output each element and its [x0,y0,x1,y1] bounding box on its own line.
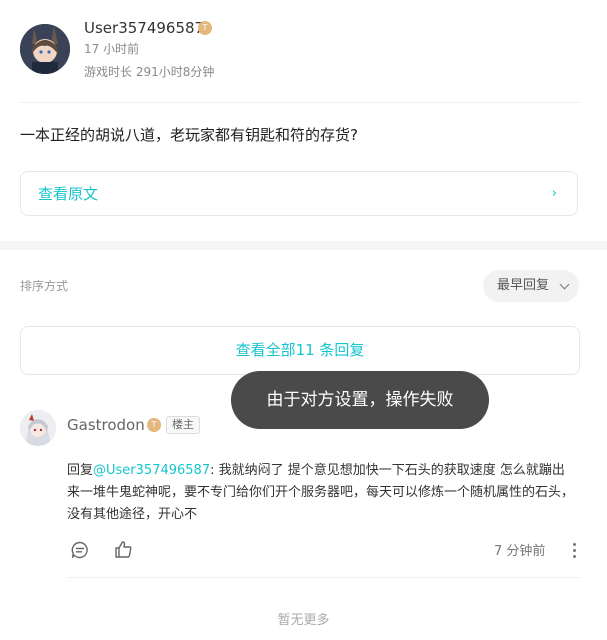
section-separator [0,241,607,250]
sort-label: 排序方式 [20,279,69,293]
author-badge-icon: T [198,21,212,35]
view-all-replies-button[interactable]: 查看全部11 条回复 [20,326,580,375]
divider [67,577,580,578]
thumbs-up-icon[interactable] [114,540,133,559]
author-avatar[interactable] [20,24,70,74]
post-time: 17 小时前 [84,42,140,56]
divider [20,102,580,103]
sort-dropdown[interactable]: 最早回复 [483,270,579,302]
reply-time: 7 分钟前 [494,544,546,559]
sort-selected-value: 最早回复 [497,278,550,293]
reply-author-name[interactable]: Gastrodon [67,415,145,435]
reply-mention-link[interactable]: @User357496587 [93,463,210,478]
more-vertical-icon[interactable] [573,543,577,561]
reply-prefix: 回复 [67,463,94,478]
post-text: 一本正经的胡说八道，老玩家都有钥匙和符的存货? [20,126,358,144]
reply-author-avatar[interactable] [20,410,56,446]
view-original-label: 查看原文 [38,185,99,203]
view-original-button[interactable]: 查看原文 › [20,171,578,216]
author-name[interactable]: User357496587 [84,18,204,38]
reply-author-badge-icon: T [147,418,161,432]
author-playtime: 游戏时长 291小时8分钟 [84,65,215,79]
comment-icon[interactable] [71,541,89,559]
chevron-down-icon [559,279,570,290]
chevron-right-icon: › [551,186,557,201]
toast-message: 由于对方设置，操作失败 [231,371,489,429]
no-more-label: 暂无更多 [277,613,330,628]
op-tag: 楼主 [166,416,200,434]
reply-text: 回复@User357496587: 我就纳闷了 提个意见想加快一下石头的获取速度… [67,460,577,526]
